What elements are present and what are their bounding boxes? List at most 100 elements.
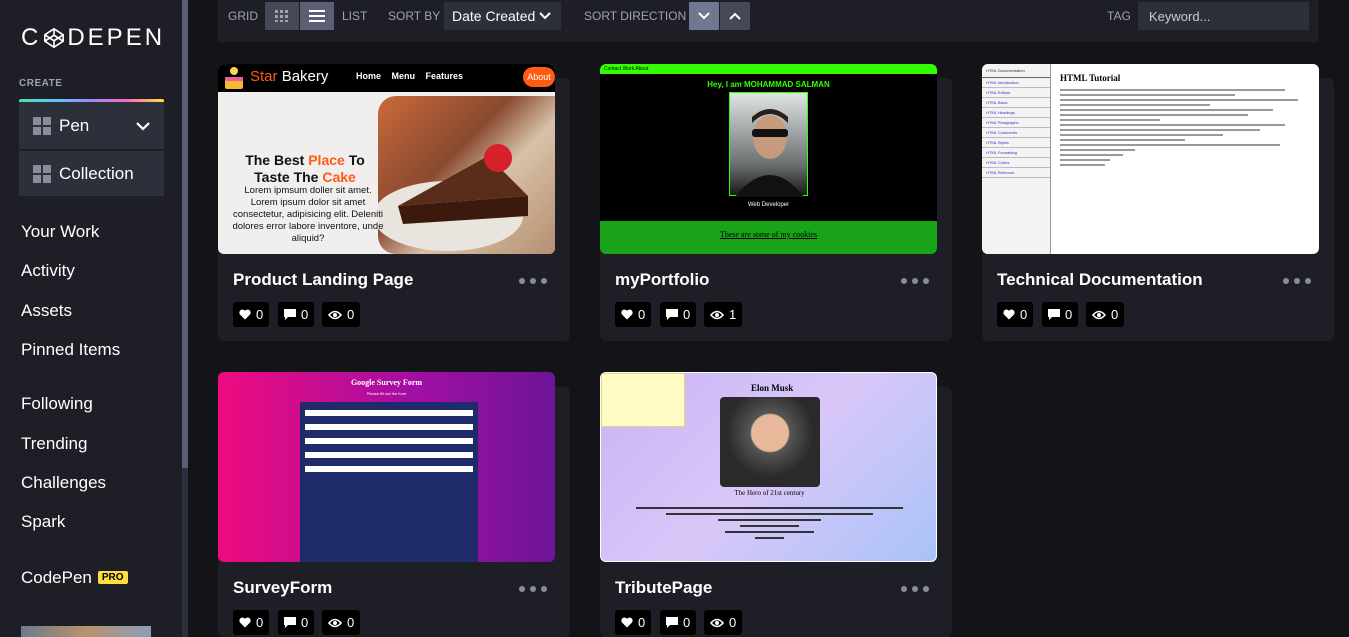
sidebar-scrollbar-track[interactable] — [182, 468, 188, 637]
pen-title[interactable]: myPortfolio — [615, 270, 709, 290]
nav-challenges[interactable]: Challenges — [21, 473, 106, 493]
sort-by-value: Date Created — [452, 8, 536, 24]
comment-icon — [284, 616, 296, 628]
chevron-down-icon — [539, 12, 551, 20]
tribute-hero: The Hero of 21st century — [734, 489, 805, 497]
doc-side-item: HTML Paragraphs — [982, 118, 1050, 128]
grid-view-button[interactable] — [265, 2, 299, 30]
pen-preview-product-landing-page[interactable]: Star Bakery Home Menu Features About The… — [218, 64, 555, 254]
grid-label: GRID — [228, 9, 258, 23]
survey-title: Google Survey Form — [350, 378, 423, 387]
codepen-logo[interactable]: C DEPEN — [21, 24, 165, 52]
comment-button[interactable]: 0 — [660, 610, 697, 635]
comment-button[interactable]: 0 — [278, 610, 315, 635]
pen-icon — [33, 116, 51, 135]
comment-button[interactable]: 0 — [1042, 302, 1079, 327]
pen-preview-myportfolio[interactable]: Contact Work About Hey, I am MOHAMMAD SA… — [600, 64, 937, 254]
doc-side-item: HTML Editors — [982, 88, 1050, 98]
view-count: 0 — [347, 615, 355, 630]
new-collection-button[interactable]: Collection — [19, 151, 164, 196]
like-button[interactable]: 0 — [615, 302, 652, 327]
heart-icon — [239, 617, 251, 628]
sort-by-select[interactable]: Date Created — [444, 2, 561, 30]
test-suite-popup — [601, 373, 685, 427]
chevron-down-icon[interactable] — [136, 121, 150, 131]
pen-title[interactable]: TributePage — [615, 578, 712, 598]
list-icon — [309, 10, 325, 22]
more-options-button[interactable] — [901, 277, 929, 285]
comment-button[interactable]: 0 — [278, 302, 315, 327]
view-count: 0 — [347, 307, 355, 322]
pen-preview-tributepage[interactable]: Elon Musk The Hero of 21st century — [600, 372, 937, 562]
pen-preview-surveyform[interactable]: Google Survey Form Please fill out the f… — [218, 372, 555, 562]
view-count: 0 — [729, 615, 737, 630]
heart-icon — [239, 309, 251, 320]
comment-icon — [666, 616, 678, 628]
more-options-button[interactable] — [519, 277, 547, 285]
like-button[interactable]: 0 — [615, 610, 652, 635]
nav-your-work[interactable]: Your Work — [21, 222, 99, 242]
nav-activity[interactable]: Activity — [21, 261, 75, 281]
like-count: 0 — [256, 307, 264, 322]
like-button[interactable]: 0 — [233, 302, 270, 327]
view-count: 0 — [1111, 307, 1119, 322]
nav-following[interactable]: Following — [21, 394, 93, 414]
comment-button[interactable]: 0 — [660, 302, 697, 327]
preview-cookies-heading: These are some of my cookies — [719, 230, 818, 239]
views-button[interactable]: 1 — [704, 302, 743, 327]
pen-title[interactable]: SurveyForm — [233, 578, 332, 598]
eye-icon — [1092, 310, 1106, 319]
nav-assets[interactable]: Assets — [21, 301, 72, 321]
grid-icon — [275, 10, 288, 22]
tag-label: TAG — [1107, 9, 1131, 23]
codepen-pro-label: CodePen — [21, 568, 92, 587]
tag-keyword-input[interactable] — [1138, 2, 1309, 30]
sidebar-promo-image[interactable] — [21, 626, 151, 637]
view-count: 1 — [729, 307, 737, 322]
doc-side-item: HTML Comments — [982, 128, 1050, 138]
like-button[interactable]: 0 — [997, 302, 1034, 327]
comment-count: 0 — [683, 307, 691, 322]
comment-count: 0 — [1065, 307, 1073, 322]
views-button[interactable]: 0 — [322, 610, 361, 635]
preview-topbar: Contact Work About — [600, 64, 937, 74]
nav-trending[interactable]: Trending — [21, 434, 87, 454]
views-button[interactable]: 0 — [322, 302, 361, 327]
views-button[interactable]: 0 — [704, 610, 743, 635]
nav-pinned-items[interactable]: Pinned Items — [21, 340, 120, 360]
sort-by-label: SORT BY — [388, 9, 441, 23]
preview-hello: Hey, I am MOHAMMAD SALMAN — [707, 80, 830, 89]
nav-codepen-pro[interactable]: CodePen PRO — [21, 568, 128, 588]
nav-spark[interactable]: Spark — [21, 512, 65, 532]
create-label: CREATE — [19, 78, 63, 89]
like-count: 0 — [1020, 307, 1028, 322]
doc-side-item: HTML Colors — [982, 158, 1050, 168]
like-button[interactable]: 0 — [233, 610, 270, 635]
more-options-button[interactable] — [1283, 277, 1311, 285]
more-options-button[interactable] — [901, 585, 929, 593]
views-button[interactable]: 0 — [1086, 302, 1125, 327]
comment-count: 0 — [301, 307, 309, 322]
sort-direction-label: SORT DIRECTION — [584, 9, 687, 23]
arrow-down-icon — [698, 12, 710, 20]
new-pen-button[interactable]: Pen — [19, 102, 164, 149]
pen-label: Pen — [59, 115, 90, 135]
doc-side-item: HTML Styles — [982, 138, 1050, 148]
comment-icon — [284, 308, 296, 320]
arrow-up-icon — [729, 12, 741, 20]
list-view-button[interactable] — [300, 2, 334, 30]
eye-icon — [710, 618, 724, 627]
collection-label: Collection — [59, 163, 134, 183]
sort-ascending-button[interactable] — [720, 2, 750, 30]
doc-side-item: HTML Formatting — [982, 148, 1050, 158]
pen-title[interactable]: Product Landing Page — [233, 270, 413, 290]
heart-icon — [1003, 309, 1015, 320]
sort-descending-button[interactable] — [689, 2, 719, 30]
pen-preview-technical-documentation[interactable]: HTML Documentation HTML Introduction HTM… — [982, 64, 1319, 254]
heart-icon — [621, 309, 633, 320]
more-options-button[interactable] — [519, 585, 547, 593]
heart-icon — [621, 617, 633, 628]
sidebar-scrollbar-thumb[interactable] — [182, 0, 188, 468]
pen-title[interactable]: Technical Documentation — [997, 270, 1203, 290]
preview-brand: Star Bakery — [250, 68, 329, 85]
